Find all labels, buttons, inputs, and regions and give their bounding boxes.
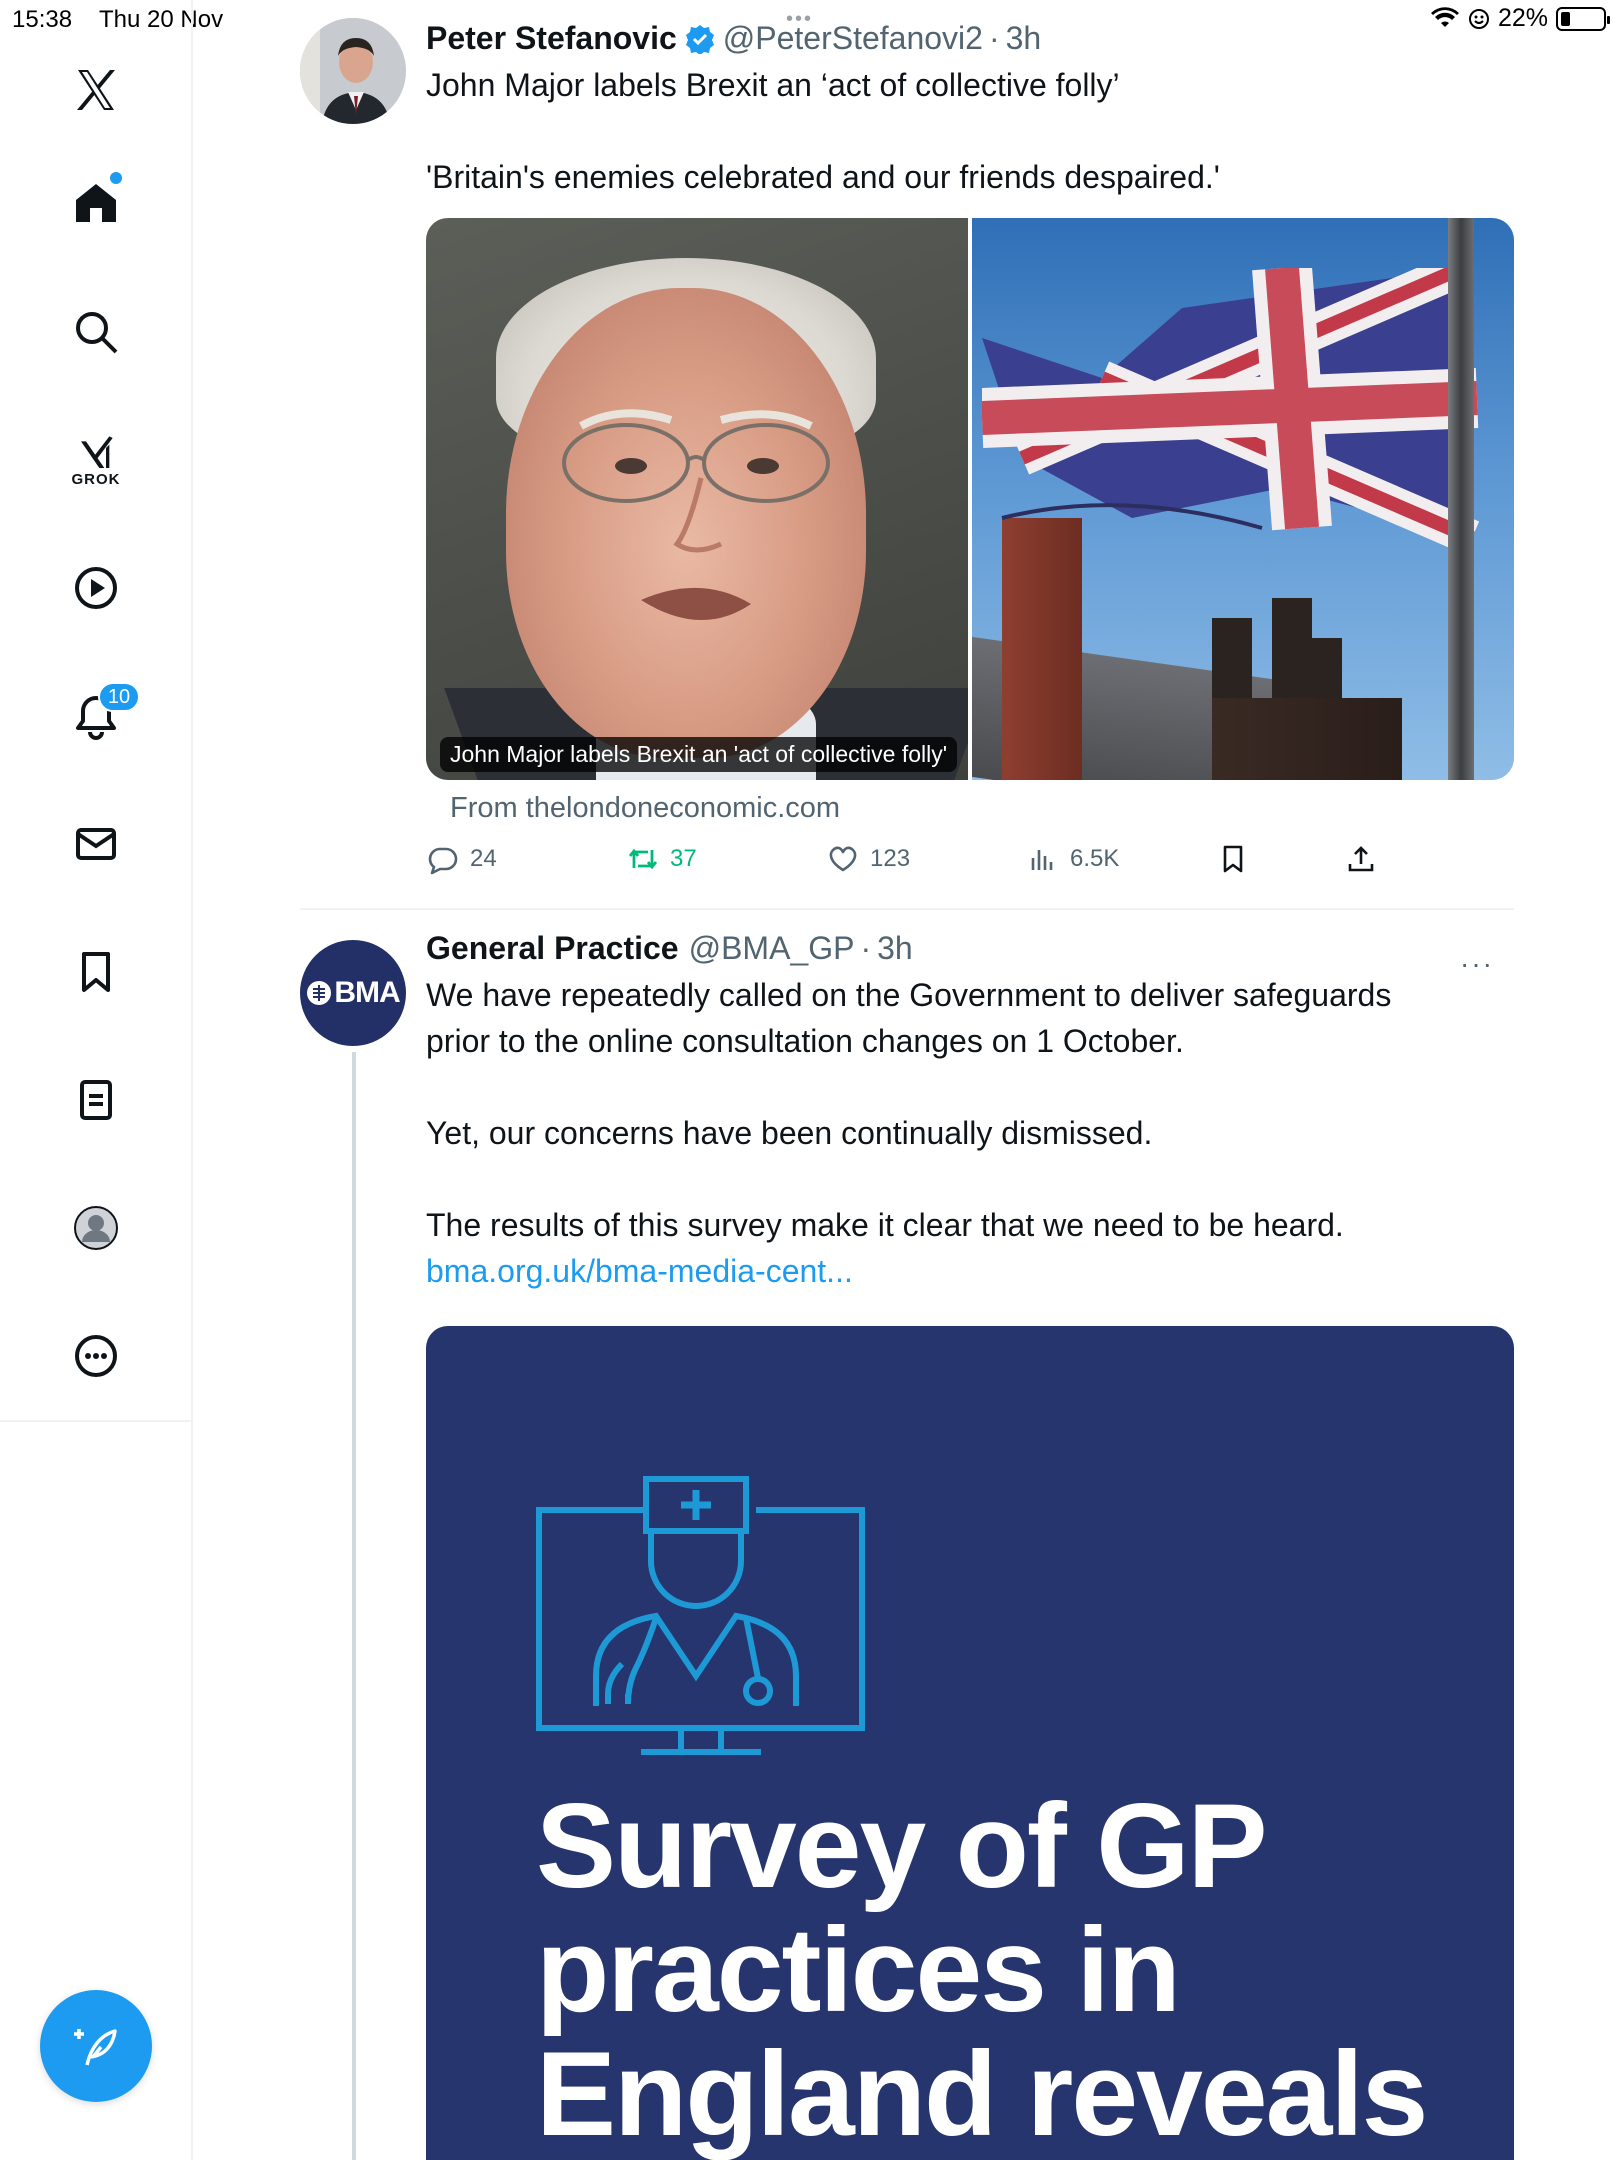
separator-dot: · [860, 930, 872, 966]
tweet-text-line: 'Britain's enemies celebrated and our fr… [426, 159, 1220, 195]
link-card-image[interactable]: John Major labels Brexit an 'act of coll… [426, 218, 1514, 780]
tweet-general-practice[interactable]: BMA General Practice @BMA_GP · 3h ··· We… [300, 918, 1514, 2160]
survey-title-line: Survey of GP [536, 1779, 1268, 1913]
views-button[interactable]: 6.5K [1026, 842, 1119, 876]
profile-avatar-icon[interactable] [56, 1188, 136, 1268]
survey-card-image[interactable]: Survey of GP practices in England reveal… [426, 1326, 1514, 2160]
author-handle[interactable]: @BMA_GP [689, 930, 855, 967]
tweet-link[interactable]: bma.org.uk/bma-media-cent... [426, 1248, 853, 1294]
avatar[interactable]: BMA [300, 940, 406, 1046]
flag-graphic [982, 268, 1480, 548]
share-upload-icon [1348, 846, 1374, 872]
like-button[interactable]: 123 [826, 842, 910, 876]
survey-title-line: England reveals [536, 2027, 1428, 2160]
reply-count: 24 [470, 845, 497, 872]
card-caption: John Major labels Brexit an 'act of coll… [440, 737, 958, 772]
home-icon[interactable] [56, 162, 136, 242]
lists-icon[interactable] [56, 1060, 136, 1140]
doctor-monitor-icon [536, 1476, 865, 1755]
thread-line [352, 1052, 356, 2160]
author-name[interactable]: Peter Stefanovic [426, 20, 677, 57]
reply-icon [428, 847, 458, 875]
tweet-text-line: John Major labels Brexit an ‘act of coll… [426, 67, 1120, 103]
author-name[interactable]: General Practice [426, 930, 679, 967]
grok-icon[interactable]: GROK [56, 420, 136, 500]
bookmark-button[interactable] [1216, 842, 1250, 876]
notifications-bell-icon[interactable]: 10 [56, 676, 140, 756]
survey-title: Survey of GP practices in England reveal… [536, 1784, 1436, 2156]
mail-icon[interactable] [56, 804, 136, 884]
card-source[interactable]: From thelondoneconomic.com [450, 792, 840, 825]
unread-dot [110, 172, 122, 184]
union-flag-photo [968, 218, 1514, 780]
heart-icon [829, 846, 857, 872]
more-menu-icon[interactable]: ··· [1460, 948, 1494, 980]
tweet-header: General Practice @BMA_GP · 3h [426, 930, 913, 967]
tweet-text-line: Yet, our concerns have been continually … [426, 1115, 1153, 1151]
battery-fill [1561, 11, 1570, 26]
sidebar: GROK 10 [0, 0, 193, 2160]
sidebar-divider [0, 1420, 193, 1422]
john-major-photo: John Major labels Brexit an 'act of coll… [426, 218, 988, 780]
more-options-icon[interactable] [56, 1316, 136, 1396]
tweet-header: Peter Stefanovic @PeterStefanovi2 · 3h [426, 20, 1041, 57]
bma-emblem-icon [307, 981, 332, 1005]
tweet-time[interactable]: 3h [877, 930, 913, 967]
compose-button[interactable] [40, 1990, 152, 2102]
share-button[interactable] [1344, 842, 1378, 876]
notifications-badge: 10 [98, 682, 140, 712]
bookmark-icon [1223, 845, 1243, 873]
views-count: 6.5K [1070, 845, 1120, 872]
tweet-text-line: The results of this survey make it clear… [426, 1207, 1344, 1243]
like-count: 123 [870, 845, 911, 872]
compose-feather-icon [74, 2029, 117, 2066]
video-play-icon[interactable] [56, 548, 136, 628]
person-avatar-icon [300, 18, 406, 124]
retweet-count: 37 [670, 845, 697, 872]
survey-title-line: practices in [536, 1903, 1181, 2037]
grok-label: GROK [71, 470, 121, 488]
avatar[interactable] [300, 18, 406, 124]
avatar-text: BMA [334, 976, 400, 1009]
face-features [562, 409, 830, 621]
tweet-text-line: We have repeatedly called on the Governm… [426, 977, 1392, 1013]
tweet-actions: 24 37 123 6.5K [426, 842, 1426, 892]
tweet-peter-stefanovic[interactable]: Peter Stefanovic @PeterStefanovi2 · 3h J… [300, 10, 1514, 910]
separator-dot: · [988, 20, 1000, 56]
bookmarks-icon[interactable] [56, 932, 136, 1012]
battery-icon [1556, 6, 1610, 31]
flag-pole [1448, 218, 1474, 780]
search-icon[interactable] [56, 292, 136, 372]
author-handle[interactable]: @PeterStefanovi2 [723, 20, 983, 57]
tweet-text-line: prior to the online consultation changes… [426, 1023, 1184, 1059]
retweet-icon [628, 848, 658, 870]
views-chart-icon [1031, 850, 1053, 870]
verified-badge-icon [685, 24, 714, 54]
tweet-time[interactable]: 3h [1006, 20, 1042, 57]
retweet-button[interactable]: 37 [626, 842, 697, 876]
x-logo-icon[interactable] [56, 50, 136, 130]
reply-button[interactable]: 24 [426, 842, 497, 876]
